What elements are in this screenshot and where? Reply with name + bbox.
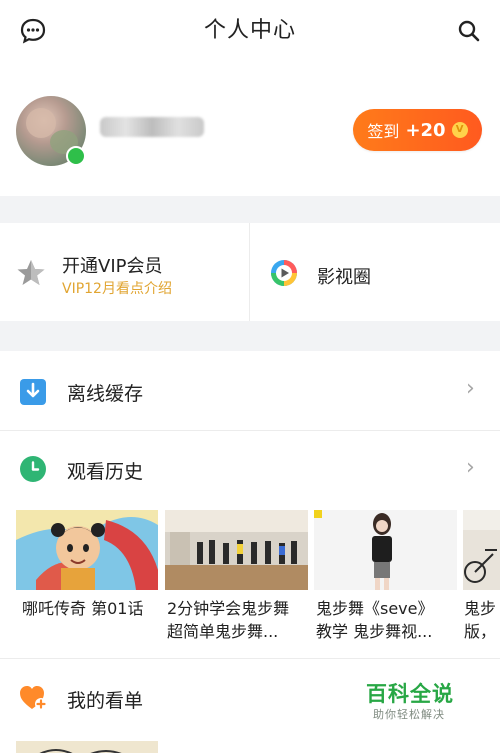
history-title: 鬼步 <box>464 599 497 618</box>
username-blurred[interactable] <box>100 117 204 137</box>
offline-cache-label: 离线缓存 <box>67 383 144 405</box>
star-icon <box>16 258 46 292</box>
download-icon <box>20 379 46 409</box>
history-thumbnail[interactable] <box>463 510 500 590</box>
signin-points: +20 <box>405 119 446 141</box>
bike-thumbnail-image <box>463 510 500 590</box>
cartoon-thumbnail-image <box>16 510 158 590</box>
signin-label: 签到 <box>367 122 400 141</box>
dance-thumbnail-image <box>165 510 308 590</box>
history-title: 2分钟学会鬼步舞 <box>167 599 290 618</box>
chevron-right-icon: › <box>466 455 475 480</box>
history-thumbnail[interactable] <box>314 510 457 590</box>
history-title: 鬼步舞《seve》 <box>316 599 434 618</box>
play-circle-icon <box>270 259 298 291</box>
my-list-label: 我的看单 <box>67 690 144 712</box>
history-title: 哪吒传奇 第01话 <box>22 599 144 618</box>
history-title: 教学 鬼步舞视... <box>316 622 433 641</box>
history-title: 版， <box>464 622 497 641</box>
page-title: 个人中心 <box>203 18 296 43</box>
history-thumbnail[interactable] <box>165 510 308 590</box>
dancer-thumbnail-image <box>314 510 457 590</box>
history-title: 超简单鬼步舞... <box>167 622 279 641</box>
list-thumbnail-image <box>39 749 122 753</box>
section-separator <box>0 196 500 223</box>
watch-history-label: 观看历史 <box>67 461 144 483</box>
film-circle-title: 影视圈 <box>317 267 371 288</box>
vip-subtitle: VIP12月看点介绍 <box>62 281 172 297</box>
section-separator <box>0 321 500 351</box>
signin-button[interactable]: 签到 +20 V <box>353 109 482 151</box>
clock-icon <box>20 456 46 486</box>
history-thumbnail[interactable] <box>16 510 158 590</box>
search-icon <box>458 20 480 42</box>
chevron-right-icon: › <box>466 376 475 401</box>
watermark-slogan: 助你轻松解决 <box>373 708 445 721</box>
wechat-badge-icon <box>66 146 86 166</box>
vip-title: 开通VIP会员 <box>62 256 163 277</box>
heart-add-icon <box>19 684 49 716</box>
coin-icon: V <box>451 122 468 138</box>
search-button[interactable] <box>452 14 486 48</box>
list-thumbnail[interactable] <box>16 741 158 753</box>
watermark-logo: 百科全说 <box>366 682 454 706</box>
